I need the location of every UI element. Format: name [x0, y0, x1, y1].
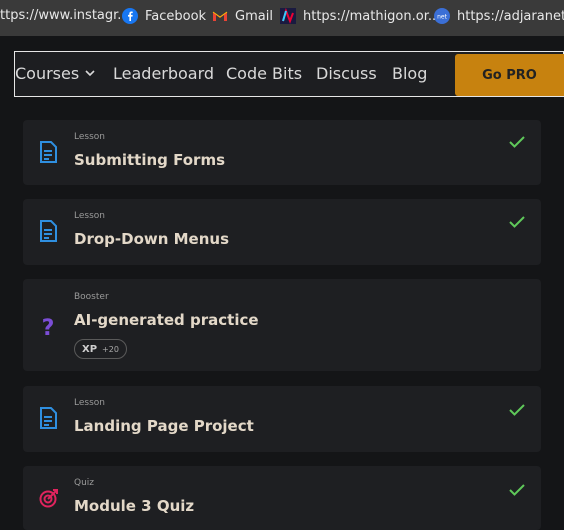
bookmark-label: https://mathigon.or...	[303, 8, 441, 24]
item-title: Landing Page Project	[74, 417, 254, 435]
gmail-icon	[212, 8, 228, 24]
go-pro-button[interactable]: Go PRO	[455, 54, 564, 96]
nav-blog[interactable]: Blog	[392, 64, 427, 83]
nav-courses-label: Courses	[15, 64, 80, 83]
bookmark-label: Facebook	[145, 8, 207, 24]
xp-value: +20	[102, 344, 119, 354]
bookmarks-bar: ttps://www.instagr... Facebook Gmail htt…	[0, 0, 564, 36]
svg-text:net: net	[437, 14, 447, 21]
check-icon	[509, 133, 525, 152]
bookmark-adjaranet[interactable]: net https://adjaranet.to/	[434, 8, 564, 24]
lesson-icon	[39, 407, 57, 433]
item-kind: Lesson	[74, 211, 105, 221]
item-kind: Lesson	[74, 398, 105, 408]
lesson-icon	[39, 220, 57, 246]
item-title: Module 3 Quiz	[74, 497, 195, 515]
check-icon	[509, 401, 525, 420]
svg-text:?: ?	[42, 316, 55, 339]
list-item[interactable]: Quiz Module 3 Quiz	[23, 466, 541, 530]
item-kind: Lesson	[74, 132, 105, 142]
item-title: Drop-Down Menus	[74, 230, 230, 248]
bookmark-label: https://adjaranet.to/	[457, 8, 564, 24]
xp-label: XP	[82, 343, 98, 355]
bookmark-mathigon[interactable]: https://mathigon.or...	[280, 8, 440, 24]
bookmark-label: ttps://www.instagr...	[0, 8, 130, 23]
bookmark-label: Gmail	[235, 8, 273, 24]
item-kind: Quiz	[74, 478, 95, 488]
list-item[interactable]: Lesson Landing Page Project	[23, 386, 541, 452]
lesson-icon	[39, 141, 57, 167]
chevron-down-icon	[85, 70, 95, 77]
item-kind: Booster	[74, 292, 109, 302]
nav-code-bits[interactable]: Code Bits	[226, 64, 302, 83]
nav-leaderboard[interactable]: Leaderboard	[113, 64, 214, 83]
adjaranet-icon: net	[434, 8, 450, 24]
list-item[interactable]: ? Booster AI-generated practice XP +20	[23, 279, 541, 371]
item-title: AI-generated practice	[74, 311, 259, 329]
facebook-icon	[122, 8, 138, 24]
list-item[interactable]: Lesson Submitting Forms	[23, 120, 541, 185]
bookmark-gmail[interactable]: Gmail	[212, 8, 273, 24]
list-item[interactable]: Lesson Drop-Down Menus	[23, 199, 541, 265]
target-icon	[39, 488, 59, 512]
mathigon-icon	[280, 8, 296, 24]
check-icon	[509, 213, 525, 232]
xp-badge: XP +20	[74, 339, 127, 359]
bookmark-instagram[interactable]: ttps://www.instagr...	[0, 8, 130, 23]
nav-discuss[interactable]: Discuss	[316, 64, 377, 83]
bookmark-facebook[interactable]: Facebook	[122, 8, 206, 24]
question-mark-icon: ?	[39, 315, 57, 343]
item-title: Submitting Forms	[74, 151, 226, 169]
nav-courses[interactable]: Courses	[15, 64, 95, 83]
check-icon	[509, 481, 525, 500]
